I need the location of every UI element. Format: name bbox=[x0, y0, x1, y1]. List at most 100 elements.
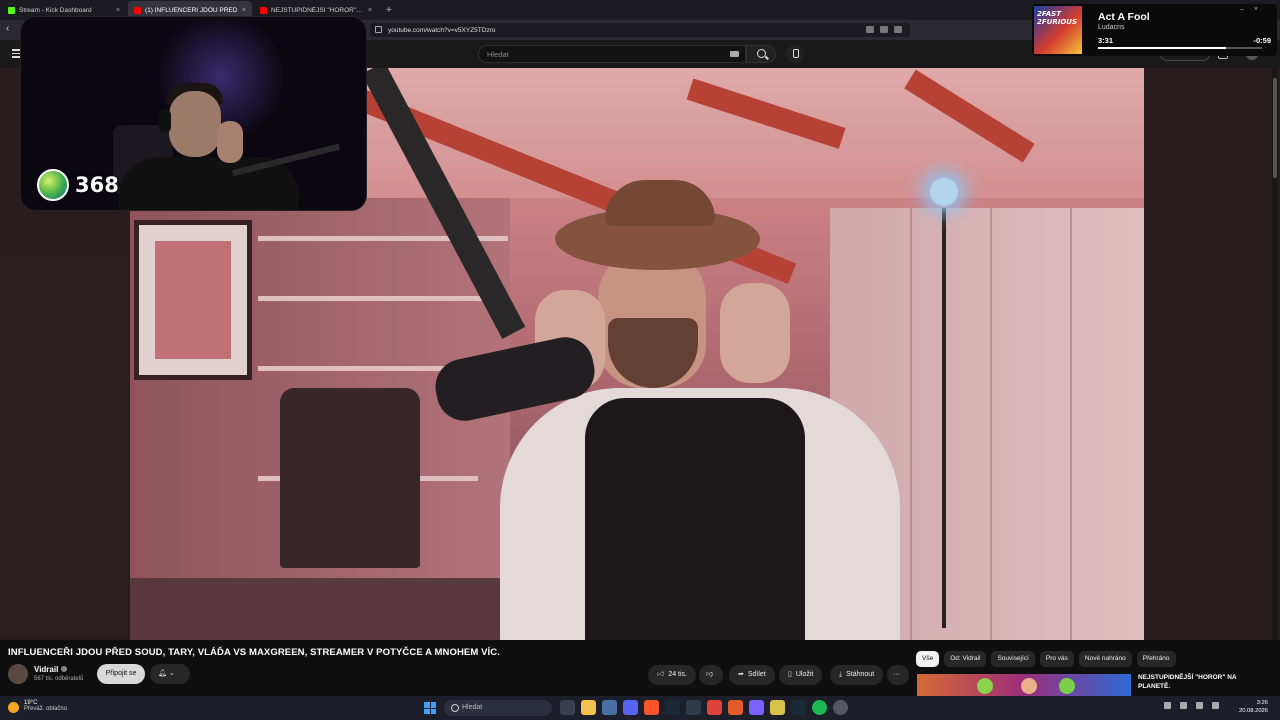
save-button[interactable]: ▯ Uložit bbox=[779, 665, 823, 685]
like-button[interactable]: 👍︎ 24 tis. bbox=[648, 665, 697, 685]
dislike-button[interactable]: 👎︎ bbox=[699, 665, 723, 685]
verified-icon bbox=[61, 666, 68, 672]
chip-watched[interactable]: Přehráno bbox=[1136, 651, 1176, 667]
track-elapsed: 3:31 bbox=[1098, 36, 1114, 45]
channel-name-text: Vidrail bbox=[34, 665, 59, 674]
share-label: Sdílet bbox=[747, 671, 766, 678]
download-icon: ⤓ bbox=[839, 671, 843, 678]
close-tab-icon[interactable]: × bbox=[242, 7, 246, 14]
globe-icon bbox=[37, 169, 69, 201]
track-remaining: -0:59 bbox=[1253, 36, 1271, 45]
brave-icon[interactable] bbox=[644, 700, 659, 715]
obs-icon[interactable] bbox=[707, 700, 722, 715]
extension-icon[interactable] bbox=[880, 26, 888, 33]
chip-from-channel[interactable]: Od: Vidrail bbox=[944, 651, 987, 667]
chevron-up-icon[interactable] bbox=[1164, 702, 1171, 709]
windows-taskbar: 19°C Převáž. oblačno Hledat 3:26 20.08.2… bbox=[0, 696, 1280, 720]
minimize-icon[interactable]: – bbox=[1240, 6, 1244, 13]
save-label: Uložit bbox=[795, 671, 814, 678]
track-progress-bar bbox=[1098, 47, 1262, 49]
album-cover-text: 2FAST 2FURIOUS bbox=[1037, 10, 1078, 26]
steam-icon[interactable] bbox=[665, 700, 680, 715]
track-title: Act A Fool bbox=[1098, 11, 1150, 23]
related-video-thumbnail[interactable] bbox=[917, 674, 1131, 698]
new-tab-icon[interactable]: + bbox=[380, 5, 398, 16]
app-icon[interactable] bbox=[749, 700, 764, 715]
notification-bell-button[interactable]: 🔔︎ ⌄ bbox=[150, 664, 190, 684]
system-clock[interactable]: 3:26 20.08.2026 bbox=[1232, 699, 1268, 715]
related-video-title[interactable]: NEJSTUPIDNĚJŠÍ "HOROR" NA PLANETĚ. bbox=[1138, 673, 1258, 691]
address-bar-actions bbox=[866, 26, 902, 33]
network-icon[interactable] bbox=[1180, 702, 1187, 709]
bell-icon: 🔔︎ ⌄ bbox=[158, 670, 175, 677]
start-menu-icon[interactable] bbox=[424, 702, 436, 714]
share-icon: ➦ bbox=[738, 671, 744, 678]
more-actions-button[interactable]: ··· bbox=[887, 665, 909, 685]
subscriber-count: 567 tis. odběratelů bbox=[34, 676, 84, 682]
chip-for-you[interactable]: Pro vás bbox=[1039, 651, 1074, 667]
menu-icon[interactable] bbox=[12, 49, 20, 58]
video-info: INFLUENCEŘI JDOU PŘED SOUD, TARY, VLÁĎA … bbox=[0, 640, 1280, 698]
lock-icon bbox=[375, 26, 382, 33]
youtube-favicon-icon bbox=[134, 6, 141, 14]
window-controls: – × bbox=[1240, 6, 1258, 13]
chip-related[interactable]: Související bbox=[991, 651, 1035, 667]
join-button[interactable]: Připojit se bbox=[97, 664, 145, 684]
viewer-badge: 368 bbox=[37, 169, 119, 201]
close-tab-icon[interactable]: × bbox=[116, 7, 120, 14]
clock-time: 3:26 bbox=[1256, 700, 1268, 706]
related-filter-chips: Vše Od: Vidrail Související Pro vás Nově… bbox=[916, 651, 1176, 667]
system-tray bbox=[1164, 702, 1219, 709]
taskbar-search[interactable]: Hledat bbox=[444, 700, 552, 716]
weather-icon bbox=[8, 702, 19, 713]
thumbs-up-icon: 👍︎ bbox=[657, 671, 665, 678]
weather-widget[interactable]: 19°C Převáž. oblačno bbox=[8, 700, 68, 713]
kick-favicon-icon bbox=[8, 6, 15, 14]
like-count: 24 tis. bbox=[668, 671, 688, 678]
tab-label: (1) INFLUENCEŘI JDOU PŘED bbox=[145, 6, 238, 14]
discord-icon[interactable] bbox=[623, 700, 638, 715]
voice-search-icon[interactable] bbox=[786, 45, 804, 63]
keyboard-icon[interactable] bbox=[730, 51, 739, 57]
search-button[interactable] bbox=[746, 45, 776, 63]
app-icon[interactable] bbox=[686, 700, 701, 715]
settings-icon[interactable] bbox=[833, 700, 848, 715]
alert-icon[interactable] bbox=[894, 26, 902, 33]
track-progress-fill bbox=[1098, 47, 1226, 49]
video-title: INFLUENCEŘI JDOU PŘED SOUD, TARY, VLÁĎA … bbox=[8, 647, 500, 658]
tab-switch-icon[interactable] bbox=[866, 26, 874, 33]
volume-icon[interactable] bbox=[1212, 702, 1219, 709]
chip-recent[interactable]: Nově nahráno bbox=[1078, 651, 1132, 667]
weather-description: Převáž. oblačno bbox=[24, 706, 68, 712]
close-window-icon[interactable]: × bbox=[1254, 6, 1258, 13]
search-icon bbox=[757, 49, 766, 58]
address-bar[interactable]: youtube.com/watch?v=v5XYZ5TDzro bbox=[370, 23, 910, 37]
page-scrollbar[interactable] bbox=[1272, 68, 1278, 688]
thumbs-down-icon: 👎︎ bbox=[706, 671, 714, 678]
back-arrow-icon[interactable]: ‹ bbox=[6, 23, 9, 34]
album-cover: 2FAST 2FURIOUS bbox=[1034, 6, 1082, 54]
spotify-icon[interactable] bbox=[812, 700, 827, 715]
viewer-count: 368 bbox=[75, 173, 119, 197]
file-explorer-icon[interactable] bbox=[581, 700, 596, 715]
channel-name[interactable]: Vidrail bbox=[34, 665, 68, 674]
microphone-tray-icon[interactable] bbox=[1196, 702, 1203, 709]
download-button[interactable]: ⤓ Stáhnout bbox=[830, 665, 884, 685]
steam-icon[interactable] bbox=[791, 700, 806, 715]
share-button[interactable]: ➦ Sdílet bbox=[729, 665, 775, 685]
channel-avatar[interactable] bbox=[8, 664, 28, 684]
chip-all[interactable]: Vše bbox=[916, 651, 940, 667]
app-icon[interactable] bbox=[728, 700, 743, 715]
youtube-favicon-icon bbox=[260, 6, 267, 14]
headset-icon bbox=[159, 109, 171, 133]
search-input[interactable]: Hledat bbox=[478, 45, 746, 63]
app-icon[interactable] bbox=[602, 700, 617, 715]
close-tab-icon[interactable]: × bbox=[368, 7, 372, 14]
taskbar-apps bbox=[560, 700, 848, 715]
url-text: youtube.com/watch?v=v5XYZ5TDzro bbox=[388, 26, 496, 34]
app-icon[interactable] bbox=[770, 700, 785, 715]
bookmark-icon: ▯ bbox=[788, 671, 792, 678]
track-artist: Ludacris bbox=[1098, 24, 1125, 31]
tab-label: NEJSTUPIDNĚJŠÍ "HOROR" NA PLAN bbox=[271, 6, 364, 14]
task-view-icon[interactable] bbox=[560, 700, 575, 715]
